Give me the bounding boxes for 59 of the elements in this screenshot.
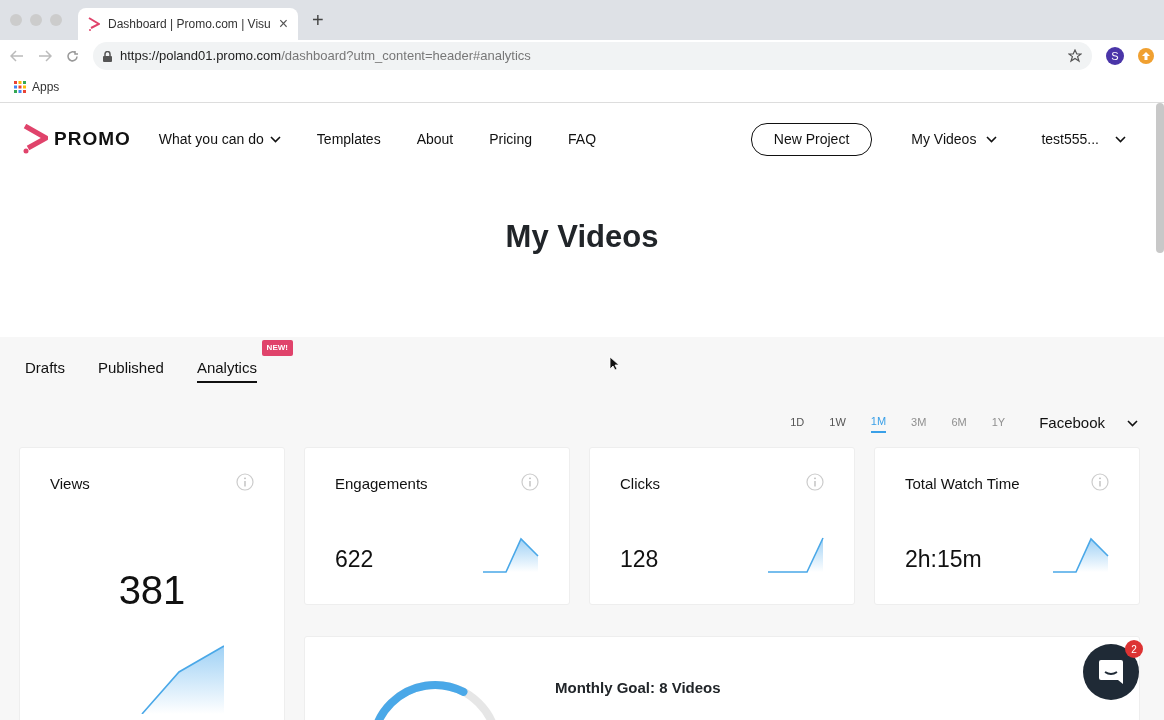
star-icon[interactable]	[1068, 49, 1082, 63]
back-icon[interactable]	[10, 50, 24, 62]
address-bar[interactable]: https://poland01.promo.com/dashboard?utm_content=header#analytics	[93, 42, 1092, 70]
nav-link[interactable]: About	[416, 128, 454, 150]
stat-title: Total Watch Time	[905, 474, 1020, 494]
forward-icon[interactable]	[38, 50, 52, 62]
stat-title: Views	[50, 474, 90, 494]
goal-title: Monthly Goal: 8 Videos	[555, 677, 721, 698]
stat-title: Clicks	[620, 474, 660, 494]
nav-link[interactable]: FAQ	[568, 128, 597, 150]
nav-link[interactable]: What you can do	[158, 128, 281, 150]
stat-title: Engagements	[335, 474, 428, 494]
info-icon[interactable]	[806, 473, 824, 491]
sparkline-drawing	[767, 536, 824, 574]
apps-grid-icon[interactable]	[14, 81, 26, 93]
chat-icon	[1098, 659, 1124, 685]
caret-icon	[986, 135, 998, 143]
menu-dropdown[interactable]: test555...	[1041, 128, 1126, 150]
sparkline-drawing	[482, 536, 539, 574]
info-icon[interactable]	[521, 473, 539, 491]
tab-title: Dashboard | Promo.com | Visu	[108, 16, 271, 33]
nav-link[interactable]: Templates	[316, 128, 381, 150]
stat-value: 622	[335, 544, 374, 574]
new-tab-button[interactable]: +	[312, 10, 324, 30]
window-minimize-control[interactable]	[30, 14, 42, 26]
update-icon[interactable]	[1138, 48, 1154, 64]
platform-dropdown[interactable]: Facebook	[1039, 411, 1138, 435]
window-close-control[interactable]	[10, 14, 22, 26]
bookmark-link[interactable]: Apps	[32, 78, 60, 96]
sparkline-drawing	[1052, 536, 1109, 574]
url-text: https://poland01.promo.com/dashboard?utm_content=header#analytics	[120, 47, 532, 66]
stat-value: 2h:15m	[905, 544, 982, 574]
play-logo-icon	[88, 17, 100, 31]
cursor-icon	[609, 356, 619, 371]
range-button[interactable]: 1W	[829, 413, 846, 433]
stat-value: 381	[117, 567, 187, 614]
scrollbar-thumb[interactable]	[1156, 103, 1164, 253]
info-icon[interactable]	[236, 473, 254, 491]
reload-icon[interactable]	[66, 49, 79, 63]
new-project-button[interactable]: New Project	[750, 122, 873, 156]
page-title: My Videos	[505, 218, 659, 256]
window-zoom-control[interactable]	[50, 14, 62, 26]
caret-icon	[1115, 135, 1126, 143]
profile-avatar[interactable]: S	[1106, 47, 1124, 65]
browser-tab[interactable]: Dashboard | Promo.com | Visu ×	[78, 8, 298, 40]
logo-icon	[22, 124, 48, 154]
menu-dropdown[interactable]: My Videos	[911, 128, 998, 150]
tab-close-button[interactable]: ×	[278, 16, 288, 32]
new-badge: NEW!	[261, 340, 293, 356]
info-icon[interactable]	[1091, 473, 1109, 491]
caret-icon	[1127, 419, 1138, 427]
tab[interactable]: Published	[98, 357, 164, 383]
tab[interactable]: Drafts	[25, 357, 65, 383]
range-button[interactable]: 1D	[790, 413, 805, 433]
lock-icon	[103, 50, 112, 62]
stat-value: 128	[620, 544, 659, 574]
caret-icon	[269, 135, 281, 143]
logo-text: PROMO	[54, 126, 131, 151]
nav-link[interactable]: Pricing	[489, 128, 533, 150]
